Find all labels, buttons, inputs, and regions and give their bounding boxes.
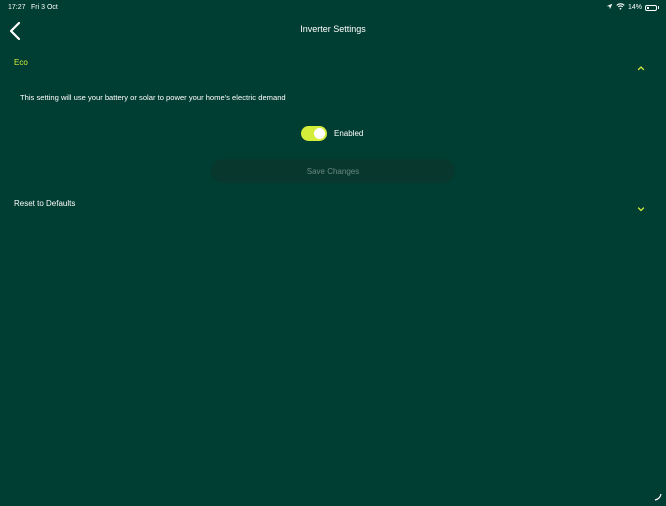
chevron-down-icon	[637, 200, 645, 212]
wifi-icon	[616, 3, 625, 12]
reset-section-header[interactable]: Reset to Defaults	[0, 194, 666, 214]
resize-handle-icon	[654, 488, 662, 501]
battery-nub	[658, 6, 659, 9]
eco-toggle[interactable]	[301, 125, 327, 141]
toggle-label: Enabled	[334, 128, 364, 138]
eco-section-title: Eco	[14, 58, 28, 67]
status-bar: 17:27 Fri 3 Oct 14%	[0, 0, 666, 16]
location-icon	[606, 3, 613, 12]
chevron-up-icon	[637, 59, 645, 71]
toggle-knob	[314, 127, 325, 139]
battery-percent: 14%	[627, 4, 642, 11]
battery-icon	[645, 4, 657, 11]
page-title: Inverter Settings	[300, 24, 366, 34]
status-date: Fri 3 Oct	[31, 4, 58, 11]
eco-description: This setting will use your battery or so…	[20, 93, 286, 102]
eco-toggle-row[interactable]: Enabled	[301, 125, 363, 141]
nav-bar: Inverter Settings	[0, 16, 666, 46]
reset-section-title: Reset to Defaults	[14, 199, 76, 208]
status-indicators: 14%	[606, 3, 659, 12]
eco-section-header[interactable]: Eco	[0, 53, 666, 73]
status-time: 17:27	[8, 4, 26, 11]
save-changes-button[interactable]: Save Changes	[211, 159, 455, 183]
